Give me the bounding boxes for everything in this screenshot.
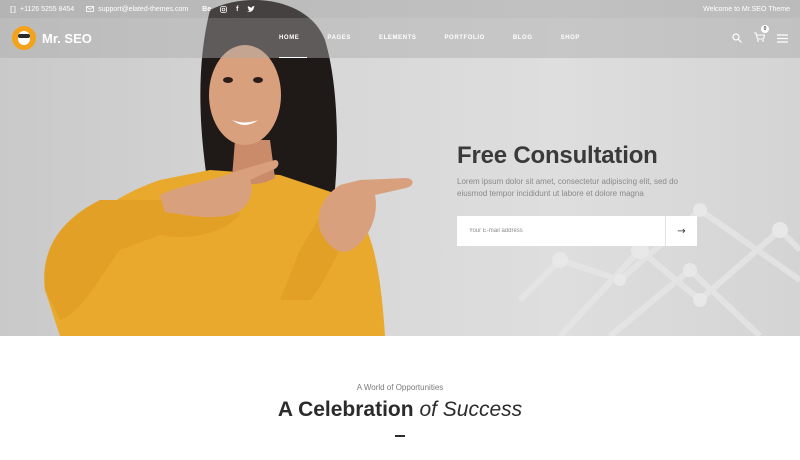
cart-count-badge: 0 — [761, 25, 769, 33]
nav-home[interactable]: HOME — [279, 18, 308, 58]
consultation-title: Free Consultation — [457, 142, 658, 169]
facebook-icon[interactable]: f — [236, 6, 238, 13]
email-input[interactable] — [457, 216, 665, 246]
nav-shop[interactable]: SHOP — [561, 18, 580, 58]
consultation-text: Lorem ipsum dolor sit amet, consectetur … — [457, 177, 678, 198]
hero-section: +1126 5255 8454 support@elated-themes.co… — [0, 0, 800, 336]
site-logo[interactable]: Mr. SEO — [12, 26, 92, 50]
cart-icon — [754, 32, 766, 42]
email-info[interactable]: support@elated-themes.com — [86, 6, 188, 13]
email-signup-form: → — [457, 216, 697, 246]
welcome-text: Welcome to Mr.SEO Theme — [703, 5, 790, 13]
section-title: A Celebration of Success — [0, 398, 800, 422]
nav-pages[interactable]: PAGES — [327, 18, 351, 58]
nav-elements[interactable]: ELEMENTS — [379, 18, 416, 58]
logo-text: Mr. SEO — [42, 30, 92, 46]
success-section: A World of Opportunities A Celebration o… — [0, 336, 800, 460]
top-bar: +1126 5255 8454 support@elated-themes.co… — [0, 0, 800, 18]
nav-portfolio[interactable]: PORTFOLIO — [444, 18, 484, 58]
consultation-block: Free Consultation Lorem ipsum dolor sit … — [457, 142, 697, 246]
main-header: Mr. SEO HOME PAGES ELEMENTS PORTFOLIO BL… — [0, 18, 800, 58]
section-subtitle: A World of Opportunities — [356, 383, 444, 392]
cart-button[interactable]: 0 — [754, 25, 769, 47]
email-address: support@elated-themes.com — [98, 5, 189, 13]
nav-blog[interactable]: BLOG — [513, 18, 533, 58]
twitter-icon[interactable] — [247, 5, 256, 13]
phone-info[interactable]: +1126 5255 8454 — [10, 5, 75, 13]
main-nav: HOME PAGES ELEMENTS PORTFOLIO BLOG SHOP — [279, 18, 608, 58]
search-icon[interactable] — [732, 33, 742, 43]
section-title-bold: A Celebration — [277, 398, 414, 421]
instagram-icon[interactable] — [220, 5, 228, 13]
menu-icon[interactable] — [777, 33, 788, 43]
phone-icon — [10, 5, 16, 13]
header-actions: 0 — [732, 18, 788, 58]
phone-number: +1126 5255 8454 — [20, 5, 75, 13]
section-divider — [395, 435, 405, 437]
behance-icon[interactable]: Be — [202, 6, 211, 13]
section-title-italic: of Success — [419, 398, 523, 421]
logo-icon — [12, 26, 36, 50]
submit-arrow-button[interactable]: → — [665, 216, 697, 246]
mail-icon — [86, 6, 95, 12]
social-links: Be f — [202, 5, 256, 13]
